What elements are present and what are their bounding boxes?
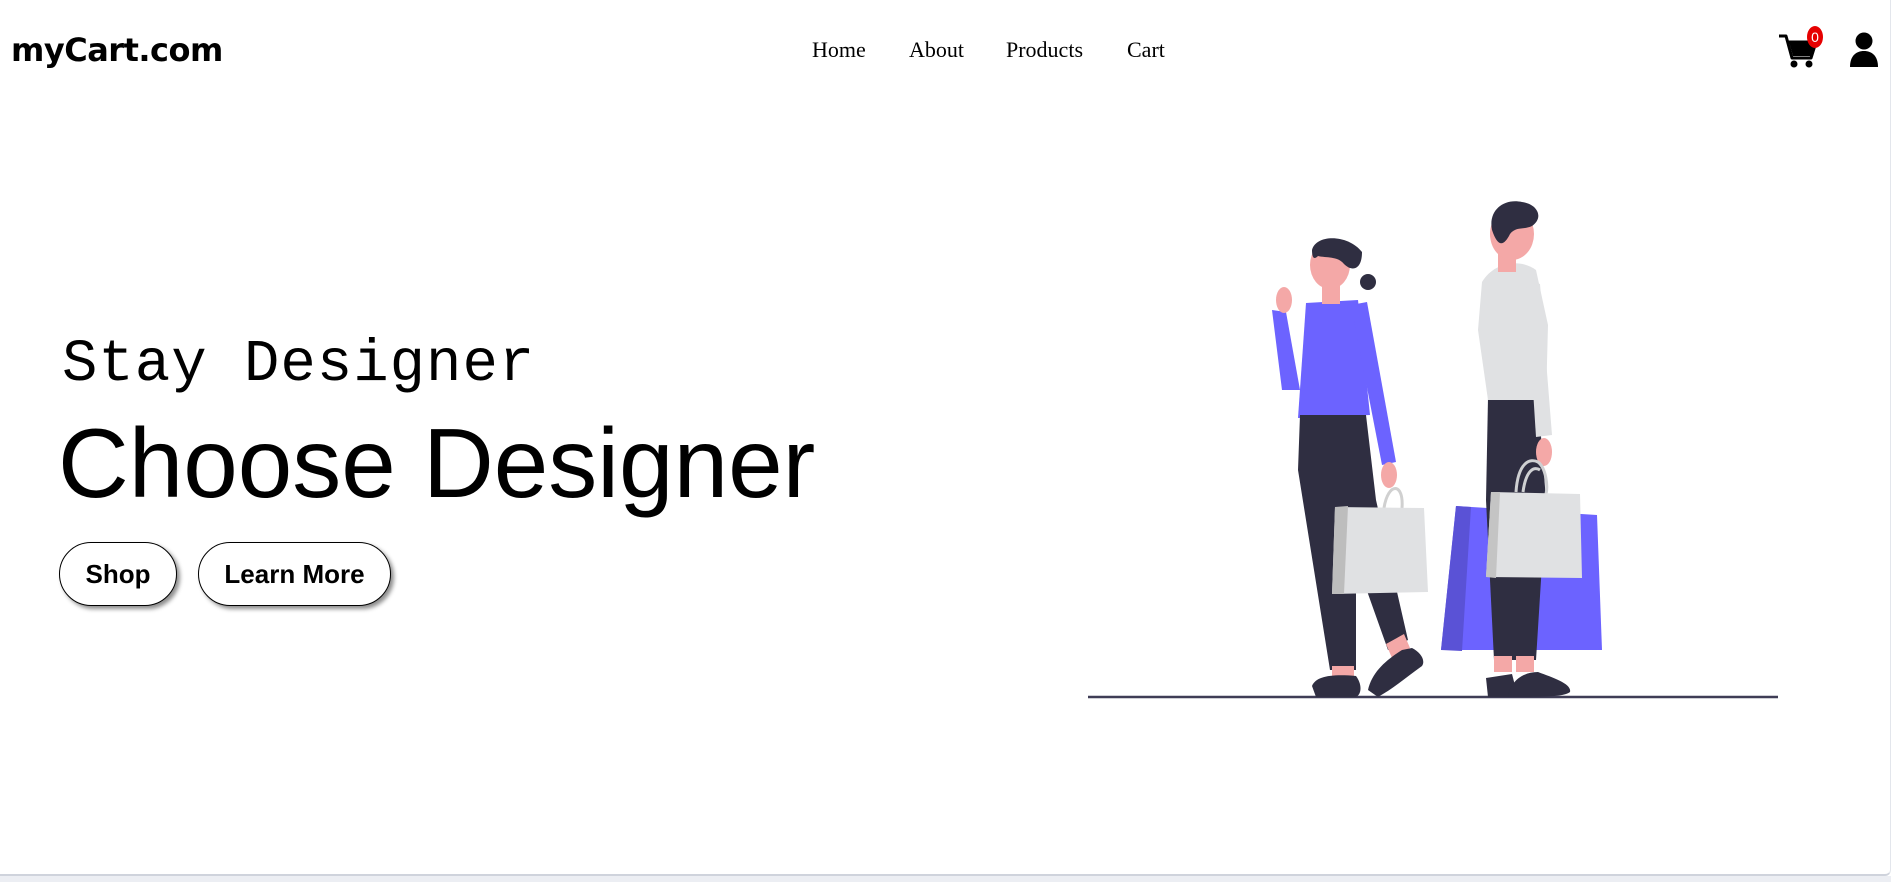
cart-count-badge: 0 bbox=[1807, 26, 1823, 48]
shop-button[interactable]: Shop bbox=[59, 542, 177, 606]
user-icon[interactable] bbox=[1849, 32, 1879, 68]
nav-home-link[interactable]: Home bbox=[812, 37, 866, 63]
nav-cart-link[interactable]: Cart bbox=[1127, 37, 1165, 63]
browser-page: myCart.com Home About Products Cart 0 St… bbox=[0, 0, 1891, 876]
hero-subtitle: Stay Designer bbox=[62, 331, 536, 398]
nav-products-link[interactable]: Products bbox=[1006, 37, 1083, 63]
shoppers-illustration bbox=[1088, 201, 1778, 699]
nav-about-link[interactable]: About bbox=[909, 37, 964, 63]
learn-more-button[interactable]: Learn More bbox=[198, 542, 391, 606]
hero-title: Choose Designer bbox=[58, 408, 816, 518]
main-nav: Home About Products Cart bbox=[0, 37, 1890, 67]
window-bottom-edge bbox=[0, 876, 1891, 882]
